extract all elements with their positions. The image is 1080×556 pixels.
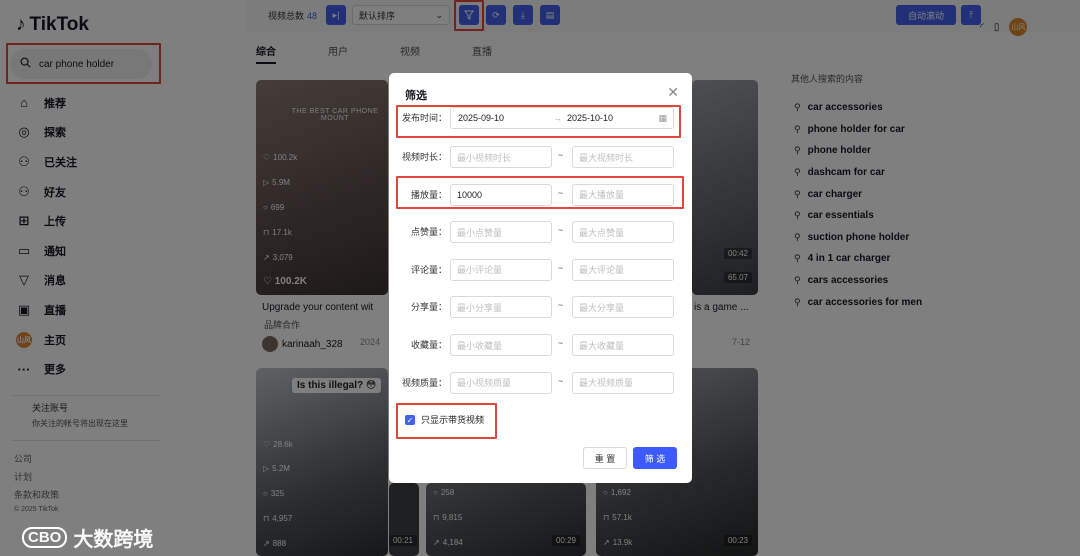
- watermark-logo: CBO: [22, 527, 68, 548]
- max-input[interactable]: 最大评论量: [572, 258, 674, 281]
- max-input[interactable]: 最大点赞量: [572, 221, 674, 244]
- filter-label: 视频时长：: [401, 152, 447, 162]
- checkbox-label[interactable]: 只显示带货视频: [421, 413, 484, 426]
- submit-filter-button[interactable]: 筛 选: [633, 447, 677, 469]
- modal-title: 筛选: [405, 90, 427, 102]
- filter-label: 点赞量：: [410, 227, 447, 238]
- date-range-picker[interactable]: 2025-09-10 → 2025-10-10 ▦: [450, 107, 674, 129]
- publish-time-label: 发布时间：: [401, 113, 447, 123]
- range-separator: ~: [558, 338, 564, 348]
- filter-label: 视频质量：: [401, 377, 447, 388]
- close-icon[interactable]: ✕: [667, 84, 679, 101]
- reset-button[interactable]: 重 置: [583, 447, 627, 469]
- range-separator: ~: [558, 262, 564, 273]
- min-input[interactable]: 最小评论量: [450, 258, 552, 281]
- filter-label: 分享量：: [410, 302, 447, 313]
- filter-label: 播放量：: [410, 189, 447, 200]
- max-input[interactable]: 最大分享量: [572, 296, 674, 319]
- min-input[interactable]: 最小收藏量: [450, 334, 552, 356]
- start-date[interactable]: 2025-09-10: [458, 113, 504, 123]
- filter-modal: 筛选 ✕ 发布时间： 2025-09-10 → 2025-10-10 ▦ 视频时…: [389, 73, 692, 483]
- filter-row: 视频质量： 最小视频质量 ~ 最大视频质量: [389, 371, 692, 394]
- min-input[interactable]: 最小视频时长: [450, 146, 552, 168]
- filter-row: 收藏量： 最小收藏量 ~ 最大收藏量: [389, 334, 692, 356]
- filter-row: 视频时长： 最小视频时长 ~ 最大视频时长: [389, 146, 692, 168]
- range-separator: ~: [558, 150, 564, 160]
- range-separator: ~: [558, 300, 564, 311]
- watermark: CBO 大数跨境: [22, 523, 153, 552]
- range-separator: ~: [558, 225, 564, 236]
- arrow-right-icon: →: [553, 113, 562, 123]
- max-input[interactable]: 最大视频质量: [572, 371, 674, 394]
- range-separator: ~: [558, 187, 564, 198]
- filter-row: 分享量： 最小分享量 ~ 最大分享量: [389, 296, 692, 319]
- filter-row: 播放量： 10000 ~ 最大播放量: [389, 183, 692, 206]
- end-date[interactable]: 2025-10-10: [567, 113, 613, 123]
- range-separator: ~: [558, 375, 564, 386]
- checkbox-show-sales-videos[interactable]: ✓: [405, 415, 415, 425]
- max-input[interactable]: 最大播放量: [572, 183, 674, 206]
- min-input[interactable]: 最小分享量: [450, 296, 552, 319]
- filter-label: 评论量：: [410, 264, 447, 275]
- min-input[interactable]: 最小视频质量: [450, 371, 552, 394]
- filter-row: 评论量： 最小评论量 ~ 最大评论量: [389, 258, 692, 281]
- calendar-icon: ▦: [658, 112, 667, 123]
- publish-time-row: 发布时间： 2025-09-10 → 2025-10-10 ▦: [389, 107, 692, 129]
- min-input[interactable]: 最小点赞量: [450, 221, 552, 244]
- filter-label: 收藏量：: [410, 340, 447, 350]
- max-input[interactable]: 最大视频时长: [572, 146, 674, 168]
- max-input[interactable]: 最大收藏量: [572, 334, 674, 356]
- min-input[interactable]: 10000: [450, 183, 552, 206]
- filter-row: 点赞量： 最小点赞量 ~ 最大点赞量: [389, 221, 692, 244]
